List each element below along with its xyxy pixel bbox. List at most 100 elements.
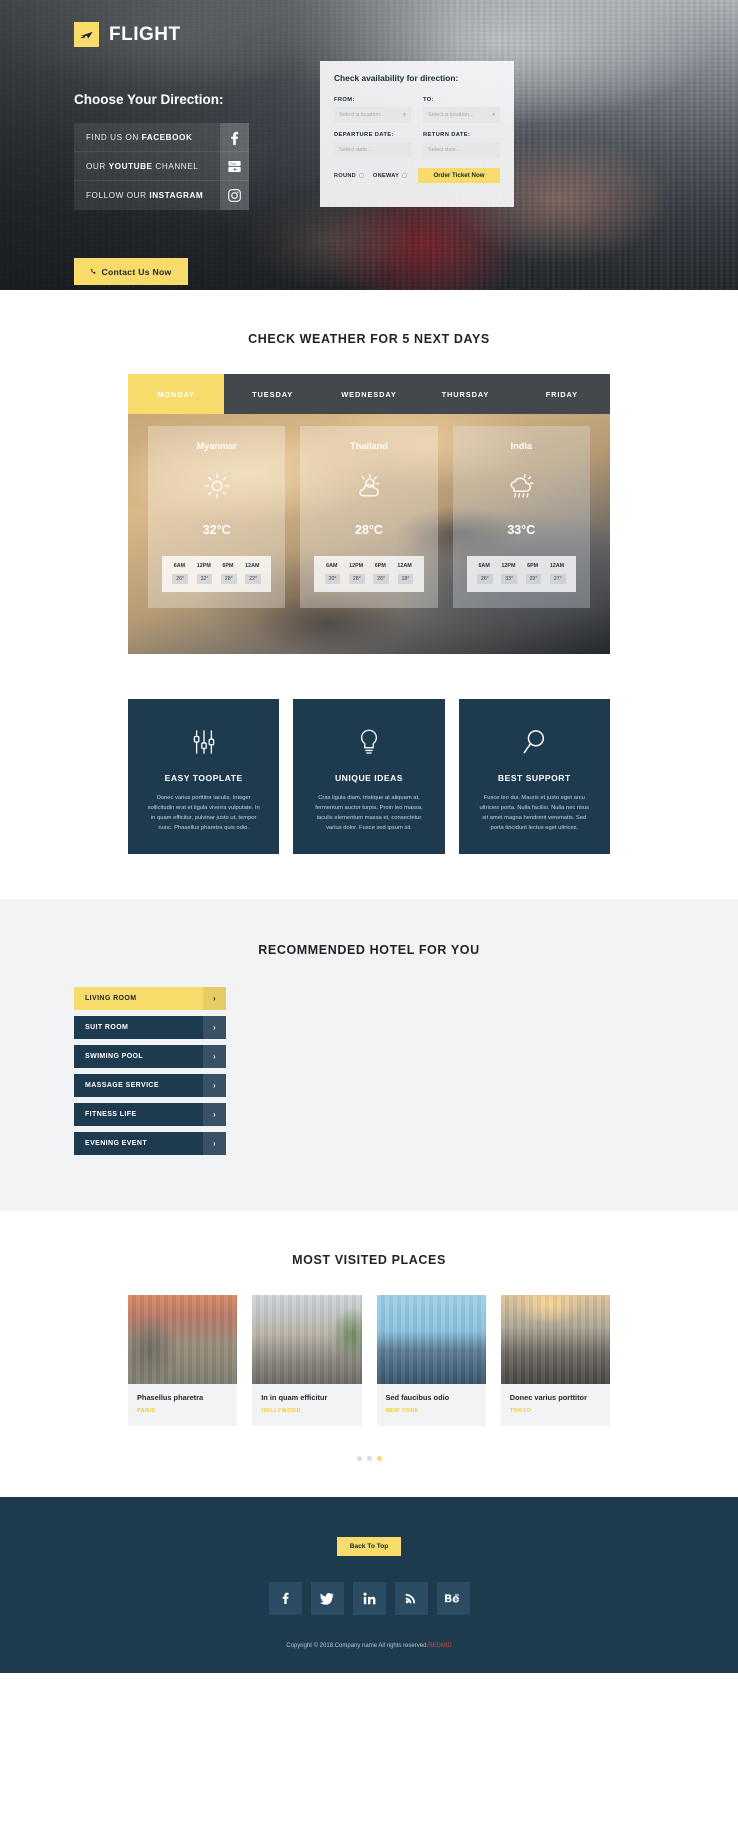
to-select[interactable]: Select a location... ▾ [423,107,500,123]
social-link-facebook[interactable]: FIND US ON FACEBOOK [74,123,249,152]
back-to-top-button[interactable]: Back To Top [336,1536,402,1556]
linkedin-icon[interactable] [352,1581,386,1615]
hotel-item-label: SUIT ROOM [85,1023,129,1031]
logo-text: FLIGHT [109,23,181,45]
return-date-input[interactable]: Select date... [423,142,500,158]
hour-label: 12PM [501,563,516,569]
chevron-right-icon: › [203,986,226,1010]
place-title: Sed faucibus odio [385,1392,450,1402]
social-link-youtube[interactable]: OUR YOUTUBE CHANNEL You [74,152,249,181]
weather-temp: 33°C [507,523,536,537]
feature-card-best-support: BEST SUPPORT Fusce leo dui. Mauris et ju… [458,699,610,854]
facebook-icon[interactable] [220,123,249,152]
hour-label: 12PM [349,563,364,569]
hour-value: 33° [501,574,518,584]
hotel-item-suit-room[interactable]: SUIT ROOM › [74,1015,226,1039]
tab-friday[interactable]: FRIDAY [514,374,610,414]
hotel-item-fitness-life[interactable]: FITNESS LIFE › [74,1102,226,1126]
hotel-item-evening-event[interactable]: EVENING EVENT › [74,1131,226,1155]
hour-values: 26° 32° 28° 22° [168,574,265,584]
chevron-down-icon: ▾ [403,112,406,118]
departure-placeholder: Select date... [339,147,372,153]
place-city: PARIS [137,1407,156,1414]
weather-temp: 32°C [202,523,231,537]
hour-value: 32° [196,574,213,584]
place-card-hollywood[interactable]: In in quam efficitur HOLLYWOOD [252,1294,362,1426]
place-title: Phasellus pharetra [137,1392,204,1402]
behance-icon[interactable] [436,1581,470,1615]
hour-value: 27° [549,574,566,584]
chevron-right-icon: › [203,1131,226,1155]
hotel-item-swiming-pool[interactable]: SWIMING POOL › [74,1044,226,1068]
hour-value: 20° [324,574,341,584]
to-placeholder: Select a location... [428,112,474,118]
site-logo[interactable]: FLIGHT [74,22,181,47]
return-label: RETURN DATE: [423,132,471,138]
hotel-item-massage-service[interactable]: MASSAGE SERVICE › [74,1073,226,1097]
carousel-dot-3[interactable] [376,1455,382,1461]
tab-monday[interactable]: MONDAY [128,374,225,414]
radio-dot[interactable] [359,173,365,178]
place-card-new-york[interactable]: Sed faucibus odio NEW YORK [376,1294,486,1426]
hero-section: FLIGHT Choose Your Direction: FIND US ON… [0,0,738,290]
twitter-icon[interactable] [310,1581,344,1615]
feature-text: Cras ligula diam, tristique at aliquam a… [315,795,423,832]
hour-labels: 6AM 12PM 6PM 12AM [320,563,417,569]
place-photo [500,1294,610,1384]
place-photo [252,1294,362,1384]
chevron-right-icon: › [203,1044,226,1068]
carousel-dot-2[interactable] [366,1455,372,1461]
tab-tuesday[interactable]: TUESDAY [224,374,320,414]
radio-dot[interactable] [402,173,408,178]
facebook-icon[interactable] [268,1581,302,1615]
social-link-instagram[interactable]: FOLLOW OUR INSTAGRAM [74,181,249,210]
social-link-label: OUR YOUTUBE CHANNEL [86,161,199,171]
departure-date-input[interactable]: Select date... [334,142,411,158]
departure-label: DEPARTURE DATE: [334,132,394,138]
youtube-icon[interactable]: You [220,152,249,181]
hotel-item-label: LIVING ROOM [85,994,137,1002]
from-select[interactable]: Select a location... ▾ [334,107,411,123]
places-title: MOST VISITED PLACES [292,1252,446,1267]
hour-value: 28° [220,574,237,584]
hotel-item-label: MASSAGE SERVICE [85,1081,159,1089]
hour-value: 18° [397,574,414,584]
contact-us-button[interactable]: Contact Us Now [74,258,188,285]
carousel-dots [0,1455,738,1461]
carousel-dot-1[interactable] [356,1455,362,1461]
footer-social-list [0,1581,738,1615]
place-city: TOKYO [509,1407,532,1414]
place-card-tokyo[interactable]: Donec varius porttitor TOKYO [500,1294,610,1426]
round-label: ROUND [334,172,357,179]
copyright-link[interactable]: REDMID [428,1643,452,1649]
hotel-accordion-list: LIVING ROOM › SUIT ROOM › SWIMING POOL ›… [74,986,226,1155]
tab-wednesday[interactable]: WEDNESDAY [321,374,417,414]
booking-panel: Check availability for direction: FROM: … [320,61,514,207]
rss-icon[interactable] [394,1581,428,1615]
hour-value: 26° [172,574,189,584]
hour-value: 28° [348,574,365,584]
hour-label: 12AM [549,563,565,569]
choose-direction-title: Choose Your Direction: [74,92,224,107]
from-group: FROM: Select a location... ▾ [334,97,411,132]
lightbulb-icon [311,725,426,759]
hour-value: 26° [373,574,390,584]
place-card-paris[interactable]: Phasellus pharetra PARIS [128,1294,238,1426]
order-ticket-button[interactable]: Order Ticket Now [418,168,500,183]
hour-values: 20° 28° 26° 18° [320,574,417,584]
footer: Back To Top Copyright © 2018.Company nam… [0,1496,738,1673]
tab-thursday[interactable]: THURSDAY [417,374,513,414]
to-label: TO: [423,97,434,103]
instagram-icon[interactable] [220,181,249,210]
trip-type-round[interactable]: ROUND [334,172,365,179]
feature-title: BEST SUPPORT [497,773,571,783]
trip-type-oneway[interactable]: ONEWAY [373,173,408,179]
return-placeholder: Select date... [428,147,461,153]
feature-text: Fusce leo dui. Mauris et justo eget arcu… [479,795,590,832]
weather-title: CHECK WEATHER FOR 5 NEXT DAYS [248,332,490,346]
hour-values: 26° 33° 29° 27° [473,574,570,584]
hotel-item-living-room[interactable]: LIVING ROOM › [74,986,226,1010]
weather-city: India [510,441,533,451]
hour-label: 6PM [222,563,234,569]
hour-label: 6AM [326,563,338,569]
